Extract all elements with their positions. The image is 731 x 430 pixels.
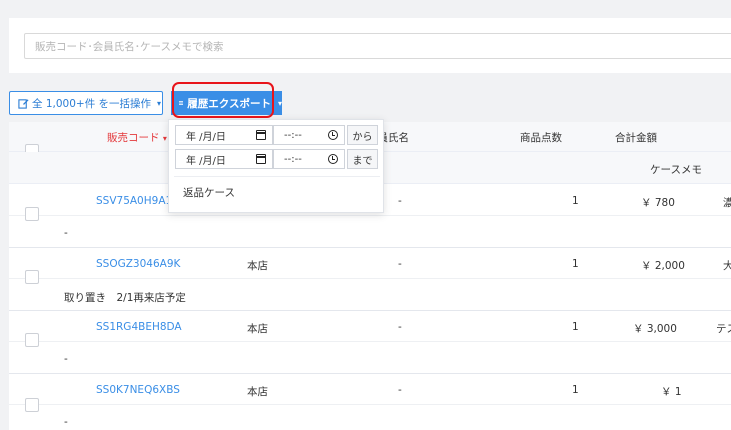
- edit-icon: [18, 98, 29, 109]
- popover-divider: [174, 176, 380, 177]
- case-memo-cell: -: [64, 416, 68, 428]
- clock-icon[interactable]: [328, 154, 338, 164]
- member-cell: -: [398, 384, 402, 396]
- case-memo-cell: 取り置き 2/1再来店予定: [64, 292, 186, 304]
- from-label: から: [347, 125, 378, 145]
- from-time-placeholder: --:--: [284, 129, 302, 141]
- sales-code-link[interactable]: SS1RG4BEH8DA: [96, 321, 182, 333]
- search-panel: 販売コード･会員氏名･ケースメモで検索: [9, 18, 731, 73]
- header-sales-code[interactable]: 販売コード ▾: [107, 130, 167, 145]
- case-memo-cell: -: [64, 227, 68, 239]
- member-cell: -: [398, 195, 402, 207]
- from-date-placeholder: 年 /月/日: [186, 131, 226, 143]
- header-item-count: 商品点数: [520, 132, 562, 144]
- case-memo-cell: -: [64, 353, 68, 365]
- header-case-memo: ケースメモ: [650, 164, 702, 176]
- sort-down-icon: ▾: [162, 134, 167, 143]
- search-input[interactable]: 販売コード･会員氏名･ケースメモで検索: [24, 33, 731, 59]
- store-cell: 本店: [247, 260, 268, 272]
- history-export-label: 履歴エクスポート: [187, 97, 271, 110]
- menu-item-return-case[interactable]: 返品ケース: [183, 185, 235, 200]
- count-cell: 1: [572, 258, 579, 270]
- header-total: 合計金額: [615, 132, 657, 144]
- extra-cell: 大: [723, 260, 731, 272]
- sales-code-link[interactable]: SSV75A0H9A1C: [96, 195, 180, 207]
- total-cell: ￥ 3,000: [633, 323, 677, 335]
- total-cell: ￥ 2,000: [641, 260, 685, 272]
- total-cell: ￥ 1: [661, 386, 682, 398]
- member-cell: -: [398, 321, 402, 333]
- history-export-button[interactable]: 履歴エクスポート ▾: [171, 91, 282, 115]
- from-date-input[interactable]: 年 /月/日: [175, 125, 273, 145]
- chevron-down-icon: ▾: [157, 98, 162, 108]
- sales-code-link[interactable]: SSOGZ3046A9K: [96, 258, 180, 270]
- member-cell: -: [398, 258, 402, 270]
- store-cell: 本店: [247, 386, 268, 398]
- total-cell: ￥ 780: [641, 197, 675, 209]
- to-date-placeholder: 年 /月/日: [186, 155, 226, 167]
- list-icon: [179, 101, 184, 105]
- sales-code-link[interactable]: SS0K7NEQ6XBS: [96, 384, 180, 396]
- clock-icon[interactable]: [328, 130, 338, 140]
- extra-cell: 濃: [723, 197, 731, 209]
- calendar-icon[interactable]: [256, 154, 266, 164]
- to-date-input[interactable]: 年 /月/日: [175, 149, 273, 169]
- to-time-input[interactable]: --:--: [273, 149, 345, 169]
- to-time-placeholder: --:--: [284, 153, 302, 165]
- bulk-action-button[interactable]: 全 1,000+件 を一括操作 ▾: [9, 91, 163, 115]
- to-label: まで: [347, 149, 378, 169]
- calendar-icon[interactable]: [256, 130, 266, 140]
- from-time-input[interactable]: --:--: [273, 125, 345, 145]
- store-cell: 本店: [247, 323, 268, 335]
- export-popover: 年 /月/日 --:-- から 年 /月/日 --:-- まで 返品ケース: [168, 119, 384, 213]
- count-cell: 1: [572, 321, 579, 333]
- count-cell: 1: [572, 384, 579, 396]
- bulk-action-label: 全 1,000+件 を一括操作: [32, 97, 152, 110]
- extra-cell: テス: [716, 323, 731, 335]
- header-sales-code-label: 販売コード: [107, 132, 160, 144]
- chevron-down-icon: ▾: [277, 98, 282, 108]
- count-cell: 1: [572, 195, 579, 207]
